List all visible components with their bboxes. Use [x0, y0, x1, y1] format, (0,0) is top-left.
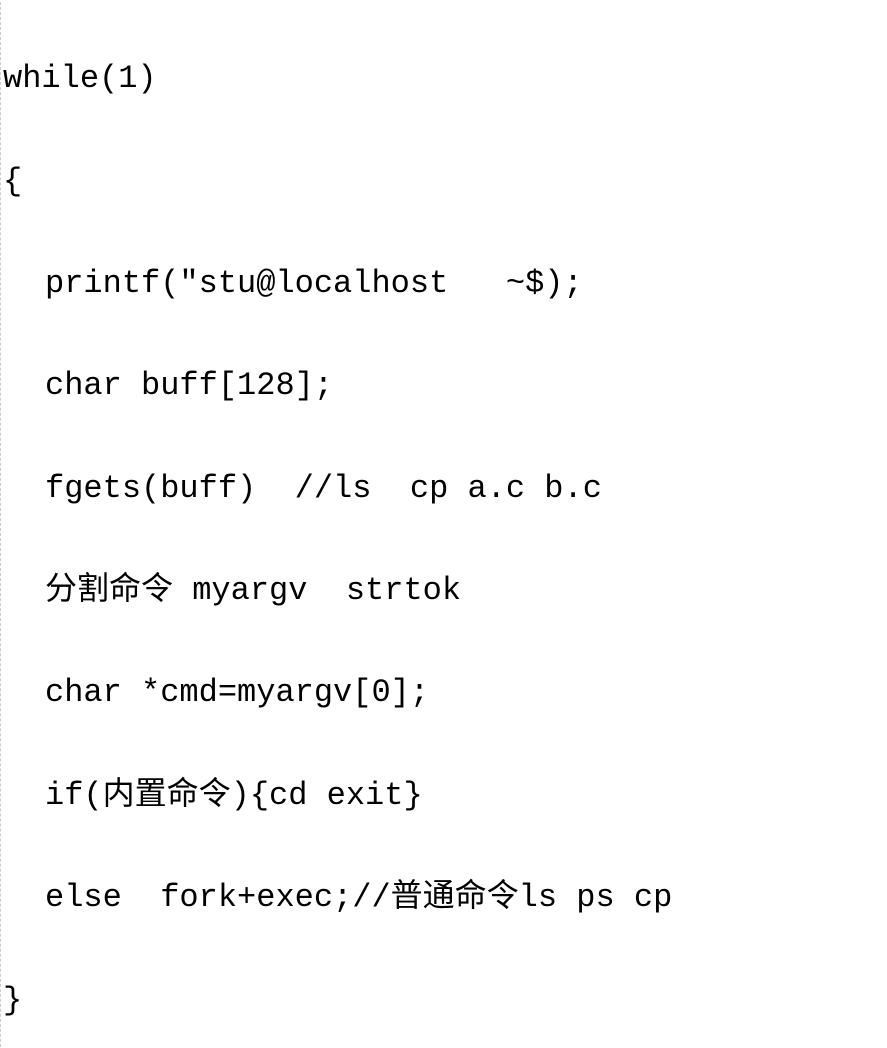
code-line: else fork+exec;//普通命令ls ps cp: [3, 872, 887, 923]
code-line: fgets(buff) //ls cp a.c b.c: [3, 463, 887, 514]
code-block: while(1) { printf("stu@localhost ~$); ch…: [0, 2, 887, 1048]
code-line: 分割命令 myargv strtok: [3, 565, 887, 616]
code-line: char buff[128];: [3, 360, 887, 411]
code-line: }: [3, 975, 887, 1026]
code-line: while(1): [3, 53, 887, 104]
code-line: {: [3, 156, 887, 207]
code-line: if(内置命令){cd exit}: [3, 770, 887, 821]
code-line: char *cmd=myargv[0];: [3, 667, 887, 718]
code-line: printf("stu@localhost ~$);: [3, 258, 887, 309]
